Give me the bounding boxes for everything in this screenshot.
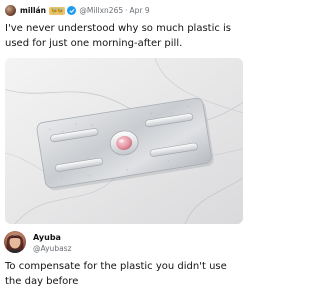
tweet-date[interactable]: Apr 9 [130,6,150,15]
reply-author-name[interactable]: Ayuba [33,233,61,242]
author-handle[interactable]: @Millxn265 [79,6,123,15]
author-name[interactable]: millán [20,6,46,15]
reply-author-handle[interactable]: @Ayubasz [33,244,72,253]
tweet-image[interactable] [5,58,243,224]
author-avatar[interactable] [5,5,16,16]
pill-blister-pack-icon [5,58,243,224]
verified-icon [67,6,77,15]
reply-text: To compensate for the plastic you didn't… [5,261,227,287]
name-emoji-badge: 🐝🐝 [48,6,66,15]
reply-avatar[interactable] [4,231,26,253]
tweet-text: I've never understood why so much plasti… [5,23,232,49]
meta-separator: · [125,6,128,15]
tweet-header: millán 🐝🐝 @Millxn265 · Apr 9 [5,4,244,17]
